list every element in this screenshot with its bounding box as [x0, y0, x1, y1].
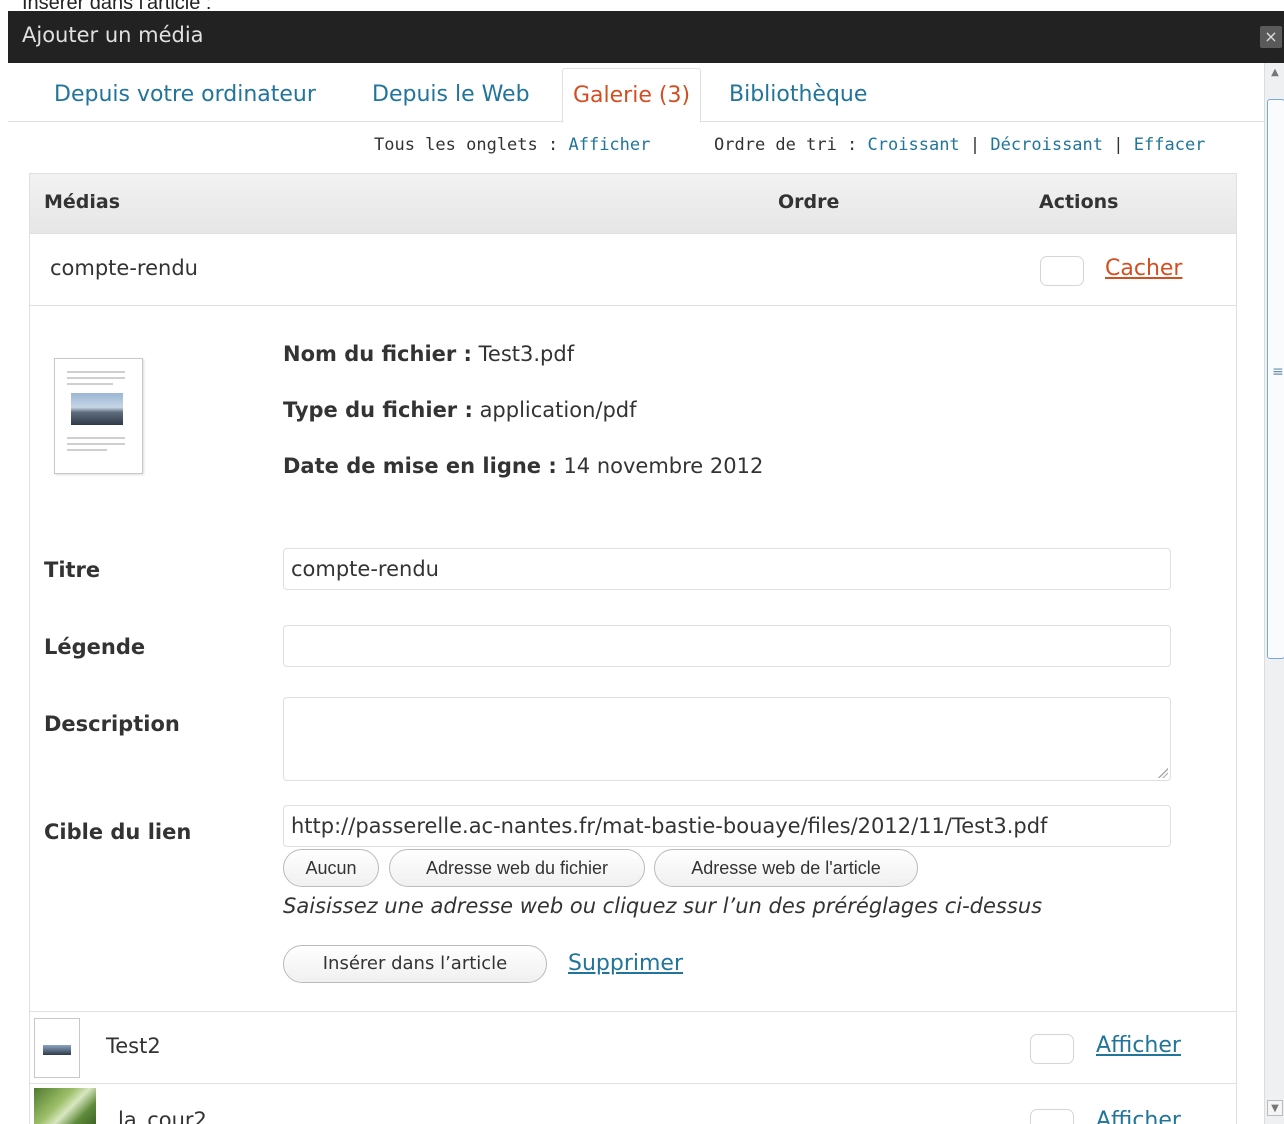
link-url-input[interactable]: http://passerelle.ac-nantes.fr/mat-basti… — [283, 805, 1171, 847]
media-name: Test2 — [106, 1034, 161, 1058]
media-dialog: Depuis votre ordinateur Depuis le Web Ga… — [8, 63, 1264, 1124]
grip-icon: ≡ — [1272, 364, 1284, 380]
tab-from-computer[interactable]: Depuis votre ordinateur — [44, 68, 326, 122]
column-actions: Actions — [1039, 191, 1119, 213]
resize-handle-icon[interactable] — [1158, 768, 1168, 778]
upload-date-label: Date de mise en ligne : — [283, 454, 557, 478]
scroll-up-icon[interactable]: ▲ — [1267, 65, 1283, 81]
delete-link[interactable]: Supprimer — [568, 951, 683, 976]
upload-date-line: Date de mise en ligne : 14 novembre 2012 — [283, 454, 763, 478]
tab-library[interactable]: Bibliothèque — [719, 68, 877, 122]
media-name: la_cour2 — [118, 1108, 207, 1124]
hide-link[interactable]: Cacher — [1105, 256, 1182, 281]
photo-thumbnail — [34, 1088, 96, 1124]
close-icon[interactable]: × — [1260, 26, 1282, 48]
media-tabs: Depuis votre ordinateur Depuis le Web Ga… — [8, 63, 1264, 123]
caption-input[interactable] — [283, 625, 1171, 667]
sort-descending-link[interactable]: Décroissant — [990, 135, 1103, 155]
table-header: Médias Ordre Actions — [30, 174, 1236, 234]
order-field[interactable] — [1040, 256, 1084, 286]
sort-order-bar: Ordre de tri : Croissant | Décroissant |… — [714, 135, 1205, 155]
filename-label: Nom du fichier : — [283, 342, 472, 366]
dialog-titlebar: Ajouter un média × — [8, 11, 1284, 63]
media-details: Nom du fichier : Test3.pdf Type du fichi… — [30, 306, 1236, 1012]
title-label: Titre — [44, 558, 101, 582]
pdf-thumbnail — [54, 358, 143, 474]
caption-label: Légende — [44, 635, 146, 659]
scroll-down-icon[interactable]: ▼ — [1267, 1100, 1283, 1116]
separator: | — [969, 135, 981, 155]
link-target-label: Cible du lien — [44, 820, 192, 844]
description-textarea[interactable] — [283, 697, 1171, 781]
show-link[interactable]: Afficher — [1096, 1108, 1181, 1124]
preset-file-url-button[interactable]: Adresse web du fichier — [389, 849, 645, 887]
all-tabs-label: Tous les onglets : — [374, 135, 559, 155]
dialog-title: Ajouter un média — [22, 23, 204, 47]
preset-none-button[interactable]: Aucun — [283, 849, 379, 887]
upload-date-value: 14 novembre 2012 — [563, 454, 764, 478]
show-link[interactable]: Afficher — [1096, 1033, 1181, 1058]
table-row: la_cour2 Afficher — [30, 1084, 1236, 1124]
show-all-tabs: Tous les onglets : Afficher — [374, 135, 650, 155]
filename-value: Test3.pdf — [478, 342, 575, 366]
tab-gallery[interactable]: Galerie (3) — [562, 68, 702, 123]
show-all-tabs-link[interactable]: Afficher — [568, 135, 650, 155]
tab-from-web[interactable]: Depuis le Web — [362, 68, 540, 122]
order-field[interactable] — [1030, 1109, 1074, 1124]
pdf-thumbnail — [34, 1018, 80, 1078]
sort-label: Ordre de tri : — [714, 135, 858, 155]
media-table: Médias Ordre Actions compte-rendu Cacher… — [29, 173, 1237, 1124]
column-media: Médias — [44, 191, 121, 213]
sort-clear-link[interactable]: Effacer — [1134, 135, 1206, 155]
filetype-line: Type du fichier : application/pdf — [283, 398, 637, 422]
separator: | — [1113, 135, 1124, 155]
order-field[interactable] — [1030, 1034, 1074, 1064]
title-input[interactable]: compte-rendu — [283, 548, 1171, 590]
preset-post-url-button[interactable]: Adresse web de l'article — [654, 849, 918, 887]
filename-line: Nom du fichier : Test3.pdf — [283, 342, 574, 366]
media-name: compte-rendu — [50, 256, 198, 280]
filetype-value: application/pdf — [479, 398, 637, 422]
column-order: Ordre — [778, 191, 840, 213]
filetype-label: Type du fichier : — [283, 398, 473, 422]
sort-ascending-link[interactable]: Croissant — [868, 135, 960, 155]
description-label: Description — [44, 712, 180, 736]
table-row: compte-rendu Cacher — [30, 234, 1236, 306]
scrollbar-thumb[interactable]: ≡ — [1267, 99, 1284, 659]
vertical-scrollbar[interactable]: ▲ ≡ ▼ — [1264, 63, 1284, 1124]
insert-into-post-button[interactable]: Insérer dans l’article — [283, 945, 547, 983]
table-row: Test2 Afficher — [30, 1012, 1236, 1084]
link-help-text: Saisissez une adresse web ou cliquez sur… — [283, 894, 1043, 918]
